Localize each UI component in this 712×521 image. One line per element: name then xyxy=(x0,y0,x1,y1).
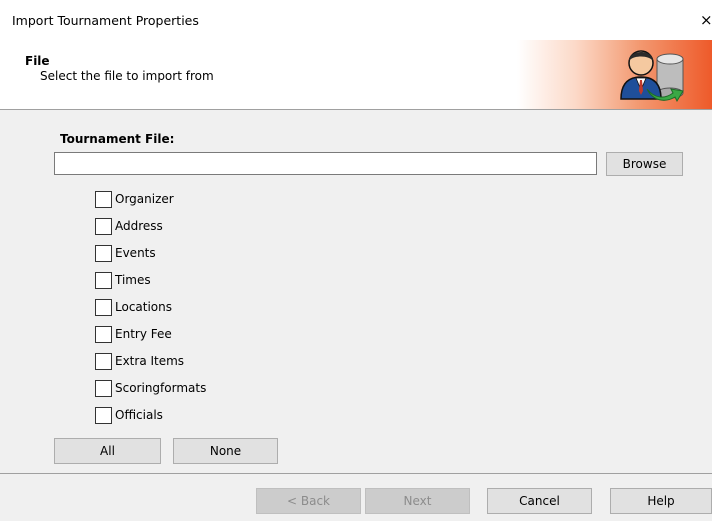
checkbox-label: Events xyxy=(115,246,156,260)
checkbox-label: Address xyxy=(115,219,163,233)
checkbox-box[interactable] xyxy=(95,217,112,235)
back-button[interactable]: < Back xyxy=(256,488,361,514)
checkbox-box[interactable] xyxy=(95,406,112,424)
checkbox-label: Officials xyxy=(115,408,163,422)
select-none-button[interactable]: None xyxy=(173,438,278,464)
checkbox-box[interactable] xyxy=(95,271,112,289)
checkbox-entry-fee[interactable]: Entry Fee xyxy=(95,325,172,343)
checkbox-box[interactable] xyxy=(95,352,112,370)
checkbox-organizer[interactable]: Organizer xyxy=(95,190,174,208)
window-title: Import Tournament Properties xyxy=(12,13,199,28)
checkbox-extra-items[interactable]: Extra Items xyxy=(95,352,184,370)
checkbox-box[interactable] xyxy=(95,298,112,316)
checkbox-scoringformats[interactable]: Scoringformats xyxy=(95,379,206,397)
footer-divider xyxy=(0,473,712,474)
checkbox-label: Locations xyxy=(115,300,173,314)
close-icon[interactable]: × xyxy=(700,11,712,29)
checkbox-officials[interactable]: Officials xyxy=(95,406,163,424)
checkbox-box[interactable] xyxy=(95,244,112,262)
checkbox-times[interactable]: Times xyxy=(95,271,151,289)
wizard-header: File Select the file to import from xyxy=(0,40,712,110)
checkbox-label: Scoringformats xyxy=(115,381,207,395)
user-database-arrow-icon xyxy=(620,50,684,103)
checkbox-locations[interactable]: Locations xyxy=(95,298,172,316)
header-subtitle: Select the file to import from xyxy=(40,69,214,83)
help-button[interactable]: Help xyxy=(610,488,712,514)
title-bar: Import Tournament Properties × xyxy=(0,0,712,40)
checkbox-label: Extra Items xyxy=(115,354,185,368)
checkbox-label: Entry Fee xyxy=(115,327,172,341)
checkbox-box[interactable] xyxy=(95,325,112,343)
header-title: File xyxy=(25,54,50,68)
browse-button[interactable]: Browse xyxy=(606,152,683,176)
next-button[interactable]: Next xyxy=(365,488,470,514)
checkbox-box[interactable] xyxy=(95,379,112,397)
tournament-file-input[interactable] xyxy=(54,152,597,175)
checkbox-box[interactable] xyxy=(95,190,112,208)
checkbox-label: Organizer xyxy=(115,192,174,206)
tournament-file-label: Tournament File: xyxy=(60,132,175,146)
select-all-button[interactable]: All xyxy=(54,438,161,464)
checkbox-label: Times xyxy=(115,273,151,287)
cancel-button[interactable]: Cancel xyxy=(487,488,592,514)
checkbox-address[interactable]: Address xyxy=(95,217,163,235)
checkbox-events[interactable]: Events xyxy=(95,244,156,262)
